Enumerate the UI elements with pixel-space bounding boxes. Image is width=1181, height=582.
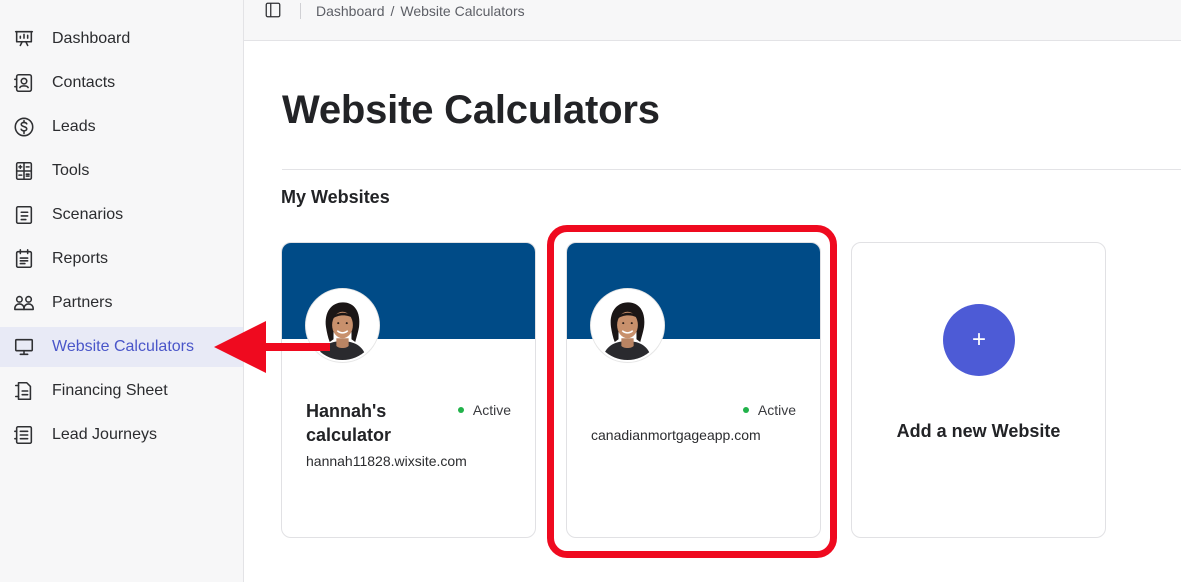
section-title: My Websites [281,187,390,207]
sidebar-item-contacts[interactable]: Contacts [0,63,243,103]
dollar-icon [12,115,36,139]
sidebar-item-website-calculators[interactable]: Website Calculators [0,327,243,367]
sidebar-item-label: Reports [52,250,109,267]
sidebar-item-label: Contacts [52,74,116,91]
status-dot-icon [457,407,464,413]
status-dot-icon [742,407,749,413]
sidebar-item-partners[interactable]: Partners [0,283,243,323]
scenarios-icon [12,203,36,227]
section-divider [282,169,1181,170]
divider [300,3,301,19]
card-domain: canadianmortgageapp.com [591,427,761,443]
sidebar-item-label: Lead Journeys [52,426,157,443]
partners-icon [12,291,36,315]
financing-sheet-icon [12,379,36,403]
sidebar-item-label: Partners [52,294,113,311]
avatar [306,289,379,362]
dashboard-icon [12,27,36,51]
website-card[interactable]: Active canadianmortgageapp.com [566,242,821,538]
avatar [591,289,664,362]
website-card[interactable]: Hannah's calculator Active hannah11828.w… [281,242,536,538]
sidebar-item-dashboard[interactable]: Dashboard [0,19,243,59]
add-website-label: Add a new Website [896,421,1061,441]
sidebar-item-label: Tools [52,162,90,179]
sidebar-toggle-icon[interactable] [264,1,284,21]
reports-icon [12,247,36,271]
sidebar-item-label: Dashboard [52,30,131,47]
contacts-icon [12,71,36,95]
sidebar: Dashboard Contacts Leads Tools Scenarios… [0,0,244,582]
status-badge: Active [742,402,796,418]
card-domain: hannah11828.wixsite.com [306,453,467,469]
sidebar-item-lead-journeys[interactable]: Lead Journeys [0,415,243,455]
sidebar-item-reports[interactable]: Reports [0,239,243,279]
breadcrumb-separator: / [390,3,395,19]
sidebar-item-label: Website Calculators [52,338,194,355]
sidebar-item-tools[interactable]: Tools [0,151,243,191]
monitor-icon [12,335,36,359]
breadcrumb-dashboard-link[interactable]: Dashboard [316,3,385,19]
status-label: Active [757,402,796,418]
sidebar-item-label: Scenarios [52,206,124,223]
status-badge: Active [457,402,511,418]
sidebar-item-financing-sheet[interactable]: Financing Sheet [0,371,243,411]
page-title: Website Calculators [282,88,660,132]
sidebar-item-label: Financing Sheet [52,382,168,399]
plus-icon[interactable]: + [943,304,1015,376]
add-website-card[interactable]: + Add a new Website [851,242,1106,538]
lead-journeys-icon [12,423,36,447]
calculator-icon [12,159,36,183]
sidebar-item-label: Leads [52,118,96,135]
breadcrumb-current: Website Calculators [400,3,525,19]
sidebar-item-scenarios[interactable]: Scenarios [0,195,243,235]
sidebar-item-leads[interactable]: Leads [0,107,243,147]
breadcrumb: Dashboard / Website Calculators [316,3,525,19]
top-bar: Dashboard / Website Calculators [244,0,1181,41]
card-title: Hannah's calculator [306,401,392,445]
status-label: Active [472,402,511,418]
